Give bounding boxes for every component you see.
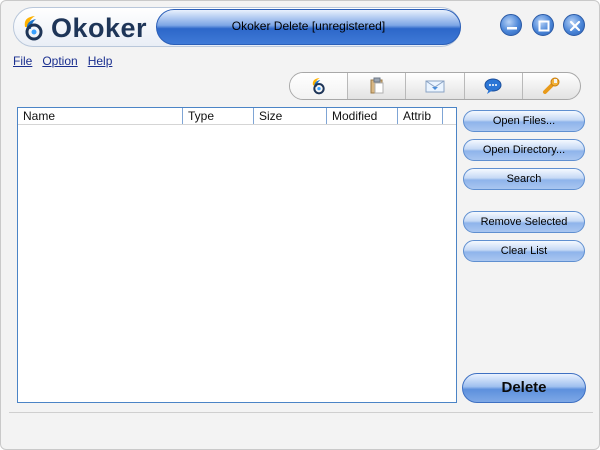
open-files-button[interactable]: Open Files... (463, 110, 585, 132)
envelope-icon (425, 80, 445, 93)
file-list[interactable]: Name Type Size Modified Attrib (17, 107, 457, 403)
clipboard-icon (370, 77, 384, 94)
chat-bubble-icon (484, 78, 502, 94)
okoker-logo-icon (312, 78, 325, 95)
menu-bar: File Option Help (13, 54, 112, 68)
title-bar[interactable]: Okoker Delete [unregistered] (156, 9, 461, 45)
clear-list-button[interactable]: Clear List (463, 240, 585, 262)
search-button[interactable]: Search (463, 168, 585, 190)
window-title: Okoker Delete [unregistered] (231, 19, 386, 33)
tab-mail[interactable] (406, 73, 465, 99)
menu-file[interactable]: File (13, 54, 32, 68)
menu-option[interactable]: Option (42, 54, 77, 68)
tab-settings[interactable] (523, 73, 580, 99)
tab-feedback[interactable] (465, 73, 523, 99)
remove-selected-button[interactable]: Remove Selected (463, 211, 585, 233)
close-icon (569, 20, 581, 32)
maximize-icon (538, 20, 550, 32)
minimize-button[interactable] (500, 14, 522, 36)
delete-button[interactable]: Delete (462, 373, 586, 403)
column-header-modified[interactable]: Modified (327, 108, 398, 124)
maximize-button[interactable] (532, 14, 554, 36)
menu-help[interactable]: Help (88, 54, 113, 68)
column-header-type[interactable]: Type (183, 108, 254, 124)
okoker-logo-icon (24, 16, 43, 41)
column-header-attrib[interactable]: Attrib (398, 108, 443, 124)
minimize-icon (507, 27, 517, 30)
close-button[interactable] (563, 14, 585, 36)
tab-clipboard[interactable] (348, 73, 407, 99)
toolbar-tabs (289, 72, 581, 100)
open-directory-button[interactable]: Open Directory... (463, 139, 585, 161)
status-divider (9, 412, 593, 413)
app-window: Okoker Okoker Delete [unregistered] File… (0, 0, 600, 450)
list-header: Name Type Size Modified Attrib (18, 108, 456, 125)
wrench-icon (543, 77, 560, 94)
brand-name: Okoker (51, 12, 148, 43)
column-header-size[interactable]: Size (254, 108, 327, 124)
tab-home[interactable] (290, 73, 349, 99)
column-header-name[interactable]: Name (18, 108, 183, 124)
brand-logo: Okoker (19, 11, 147, 45)
